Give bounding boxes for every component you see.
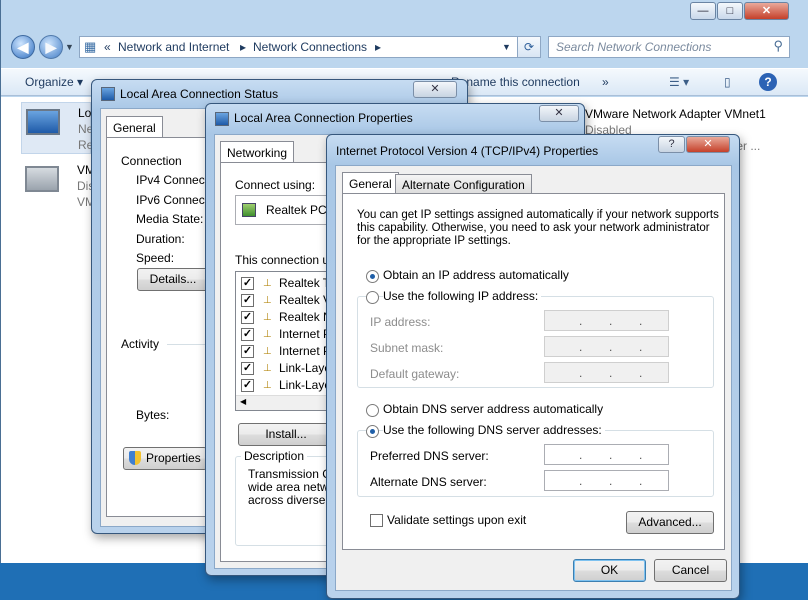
close-icon[interactable]: ✕: [413, 81, 457, 98]
advanced-button[interactable]: Advanced...: [626, 511, 714, 534]
tab-networking[interactable]: Networking: [220, 141, 295, 163]
network-icon: [215, 112, 229, 126]
close-button[interactable]: ✕: [744, 2, 789, 20]
dialog-title: Local Area Connection Status: [120, 87, 279, 101]
validate-checkbox[interactable]: [370, 514, 383, 527]
close-button[interactable]: ✕: [686, 136, 730, 153]
help-icon[interactable]: ?: [759, 73, 777, 91]
view-options-icon[interactable]: ☰ ▾: [669, 75, 689, 89]
tab-general[interactable]: General: [342, 172, 399, 194]
activity-heading: Activity: [121, 337, 160, 351]
dialog-title: Local Area Connection Properties: [234, 111, 413, 125]
adapter-vmware-vmnet[interactable]: VM Dis VM: [21, 160, 95, 212]
tab-general[interactable]: General: [106, 116, 163, 138]
address-dropdown-icon[interactable]: ▼: [502, 42, 511, 52]
forward-button[interactable]: ▶: [39, 35, 63, 59]
back-button[interactable]: ◀: [11, 35, 35, 59]
protocol-icon: ⊥: [263, 329, 272, 340]
organize-menu[interactable]: Organize ▾: [25, 75, 83, 89]
connection-heading: Connection: [121, 154, 182, 168]
cancel-button[interactable]: Cancel: [654, 559, 727, 582]
adapter-local-area-connection[interactable]: Lo Ne Re: [21, 102, 93, 154]
breadcrumb-network-connections[interactable]: Network Connections: [253, 40, 367, 54]
maximize-button[interactable]: □: [717, 2, 743, 20]
ip-address-field[interactable]: ...: [544, 310, 669, 331]
toolbar-overflow-button[interactable]: »: [602, 75, 609, 89]
network-adapter-icon: [26, 109, 60, 135]
details-button[interactable]: Details...: [137, 268, 209, 291]
network-card-icon: [242, 203, 256, 217]
address-bar[interactable]: ▦ « Network and Internet ▸ Network Conne…: [79, 36, 541, 58]
protocol-icon: ⊥: [263, 363, 272, 374]
subnet-mask-field[interactable]: ...: [544, 336, 669, 357]
preferred-dns-field[interactable]: ...: [544, 444, 669, 465]
ip-manual-radio[interactable]: [366, 291, 379, 304]
rename-connection-button[interactable]: Rename this connection: [451, 75, 580, 89]
help-button[interactable]: ?: [658, 136, 685, 153]
ip-auto-radio[interactable]: [366, 270, 379, 283]
ok-button[interactable]: OK: [573, 559, 646, 582]
tab-alternate-configuration[interactable]: Alternate Configuration: [395, 174, 532, 194]
search-input[interactable]: Search Network Connections ⚲: [548, 36, 790, 58]
install-button[interactable]: Install...: [238, 423, 334, 446]
history-dropdown-icon[interactable]: ▼: [65, 42, 74, 52]
dns-manual-radio[interactable]: [366, 425, 379, 438]
search-icon[interactable]: ⚲: [773, 38, 783, 54]
properties-button[interactable]: Properties: [123, 447, 207, 470]
protocol-icon: ⊥: [263, 278, 272, 289]
shield-icon: [129, 451, 141, 465]
preview-pane-icon[interactable]: ▯: [724, 75, 731, 89]
protocol-icon: ⊥: [263, 346, 272, 357]
dns-auto-radio[interactable]: [366, 404, 379, 417]
control-panel-icon: ▦: [84, 39, 97, 54]
breadcrumb-network-and-internet[interactable]: Network and Internet: [118, 40, 229, 54]
protocol-icon: ⊥: [263, 380, 272, 391]
network-adapter-disabled-icon: [25, 166, 59, 192]
alternate-dns-field[interactable]: ...: [544, 470, 669, 491]
refresh-icon[interactable]: ⟳: [517, 36, 541, 58]
default-gateway-field[interactable]: ...: [544, 362, 669, 383]
dialog-title: Internet Protocol Version 4 (TCP/IPv4) P…: [336, 144, 599, 158]
network-icon: [101, 87, 115, 101]
protocol-icon: ⊥: [263, 312, 272, 323]
ipv4-properties-dialog: Internet Protocol Version 4 (TCP/IPv4) P…: [326, 134, 740, 599]
protocol-icon: ⊥: [263, 295, 272, 306]
scroll-left-icon: ◀: [240, 397, 247, 406]
minimize-button[interactable]: —: [690, 2, 716, 20]
close-icon[interactable]: ✕: [539, 105, 579, 122]
